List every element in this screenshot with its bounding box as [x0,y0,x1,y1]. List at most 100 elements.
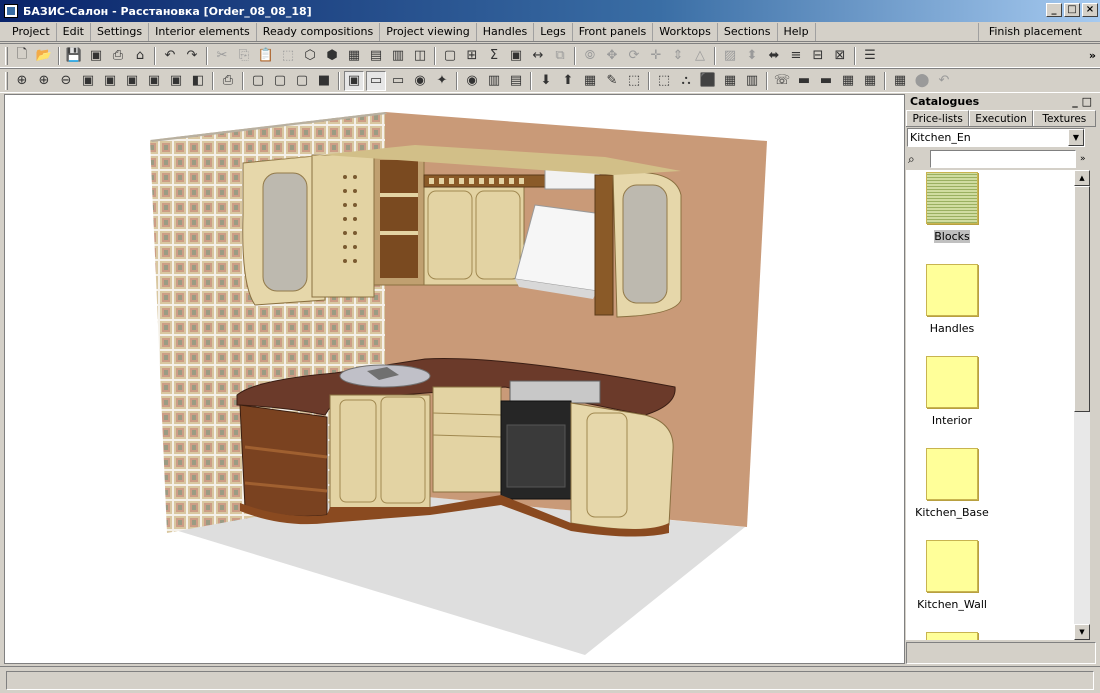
toolbar-more-icon[interactable]: » [1089,49,1096,62]
view-tool-icon[interactable]: ▥ [742,71,762,91]
panel-controls[interactable]: _ □ [1072,94,1092,110]
tool-icon[interactable]: ⊠ [830,46,850,66]
wine-rack[interactable] [594,174,614,316]
menu-worktops[interactable]: Worktops [653,22,718,41]
view-tool-icon[interactable]: ⊖ [56,71,76,91]
view-tool-icon[interactable]: ◧ [188,71,208,91]
tool-icon[interactable]: ▢ [440,46,460,66]
view-tool-icon[interactable]: ▭ [388,71,408,91]
menu-front-panels[interactable]: Front panels [573,22,654,41]
view-tool-icon[interactable]: ⬚ [624,71,644,91]
view-tool-icon[interactable]: ▭ [366,70,386,91]
tool-icon[interactable]: ▨ [720,46,740,66]
undo-icon[interactable]: ↶ [160,46,180,66]
copy-icon[interactable]: ⎘ [234,46,254,66]
binoculars-icon[interactable]: ⌕ [908,152,930,167]
maximize-button[interactable]: □ [1064,3,1080,17]
list-item[interactable]: Kitchen_Base [906,448,1074,540]
view-tool-icon[interactable]: ▣ [344,70,364,91]
menu-handles[interactable]: Handles [477,22,535,41]
home-icon[interactable]: ⌂ [130,46,150,66]
scroll-up-icon[interactable]: ▲ [1074,170,1090,186]
base-drawer-unit[interactable] [432,386,502,493]
tool-icon[interactable]: △ [690,46,710,66]
view-tool-icon[interactable]: ☏ [772,71,792,91]
tab-price-lists[interactable]: Price-lists [906,110,970,126]
tool-icon[interactable]: ▣ [506,46,526,66]
catalogue-scrollbar[interactable]: ▲ ▼ [1074,170,1090,640]
menu-project-viewing[interactable]: Project viewing [380,22,477,41]
wall-cabinet-double-door[interactable] [423,186,525,286]
view-tool-icon[interactable]: ⊕ [34,71,54,91]
view-tool-icon[interactable]: ✎ [602,71,622,91]
tool-icon[interactable]: ≡ [786,46,806,66]
close-button[interactable]: × [1082,3,1098,17]
tool-icon[interactable]: ⦾ [580,46,600,66]
tool-icon[interactable]: ☰ [860,46,880,66]
more-icon[interactable]: » [1080,154,1086,164]
base-cabinet-corner[interactable] [329,394,431,511]
list-item[interactable]: Blocks [906,172,1074,264]
view-tool-icon[interactable]: ▤ [506,71,526,91]
toolbar-grip[interactable] [5,71,8,90]
tool-icon[interactable]: ◫ [410,46,430,66]
save-as-icon[interactable]: ▣ [86,46,106,66]
view-tool-icon[interactable]: ⬚ [654,71,674,91]
menu-project[interactable]: Project [6,22,57,41]
list-item[interactable]: Interior [906,356,1074,448]
tool-icon[interactable]: ▤ [366,46,386,66]
tool-icon[interactable]: ✥ [602,46,622,66]
view-tool-icon[interactable]: ⬤ [912,71,932,91]
view-tool-icon[interactable]: ▣ [122,71,142,91]
view-tool-icon[interactable]: ▣ [78,71,98,91]
search-input[interactable] [930,150,1076,168]
hob[interactable] [509,380,601,404]
paste-icon[interactable]: 📋 [256,46,276,66]
print-icon[interactable]: ⎙ [108,46,128,66]
tool-icon[interactable]: ⧉ [550,46,570,66]
new-doc-icon[interactable]: 🗋 [12,46,32,66]
menu-edit[interactable]: Edit [57,22,91,41]
tool-icon[interactable]: ⟳ [624,46,644,66]
view-tool-icon[interactable]: ▦ [838,71,858,91]
view-tool-icon[interactable]: ▢ [270,71,290,91]
view-tool-icon[interactable]: ▬ [816,71,836,91]
view-tool-icon[interactable]: ▢ [248,71,268,91]
view-tool-icon[interactable]: ▢ [292,71,312,91]
view-tool-icon[interactable]: ▣ [144,71,164,91]
tab-execution[interactable]: Execution [969,110,1033,126]
tool-icon[interactable]: ↔ [528,46,548,66]
view-tool-icon[interactable]: ■ [314,71,334,91]
tool-icon[interactable]: ⬌ [764,46,784,66]
view-tool-icon[interactable]: ⬇ [536,71,556,91]
view-tool-icon[interactable]: ▣ [100,71,120,91]
view-tool-icon[interactable]: ⛬ [676,71,696,91]
cut-icon[interactable]: ✂ [212,46,232,66]
tool-icon[interactable]: ⬡ [300,46,320,66]
view-tool-icon[interactable]: ▦ [580,71,600,91]
scroll-thumb[interactable] [1074,186,1090,412]
view-tool-icon[interactable]: ⬆ [558,71,578,91]
view-tool-icon[interactable]: ▦ [890,71,910,91]
view-tool-icon[interactable]: ◉ [410,71,430,91]
tool-icon[interactable]: ⊟ [808,46,828,66]
tool-icon[interactable]: ⇕ [668,46,688,66]
redo-icon[interactable]: ↷ [182,46,202,66]
wall-cabinet-perforated[interactable] [311,154,375,298]
view-tool-icon[interactable]: ⬛ [698,71,718,91]
select-icon[interactable]: ⬚ [278,46,298,66]
tool-icon[interactable]: ✛ [646,46,666,66]
list-item[interactable]: Handles [906,264,1074,356]
view-tool-icon[interactable]: ▦ [720,71,740,91]
tool-icon[interactable]: ⊞ [462,46,482,66]
list-item[interactable]: Kitchen_Wall [906,540,1074,632]
menu-sections[interactable]: Sections [718,22,778,41]
open-icon[interactable]: 📂 [34,46,54,66]
menu-interior-elements[interactable]: Interior elements [149,22,257,41]
view-tool-icon[interactable]: ▥ [484,71,504,91]
tool-icon[interactable]: Σ [484,46,504,66]
tab-textures[interactable]: Textures [1032,110,1096,126]
view-tool-icon[interactable]: ▬ [794,71,814,91]
menu-legs[interactable]: Legs [534,22,573,41]
toolbar-grip[interactable] [5,46,8,65]
